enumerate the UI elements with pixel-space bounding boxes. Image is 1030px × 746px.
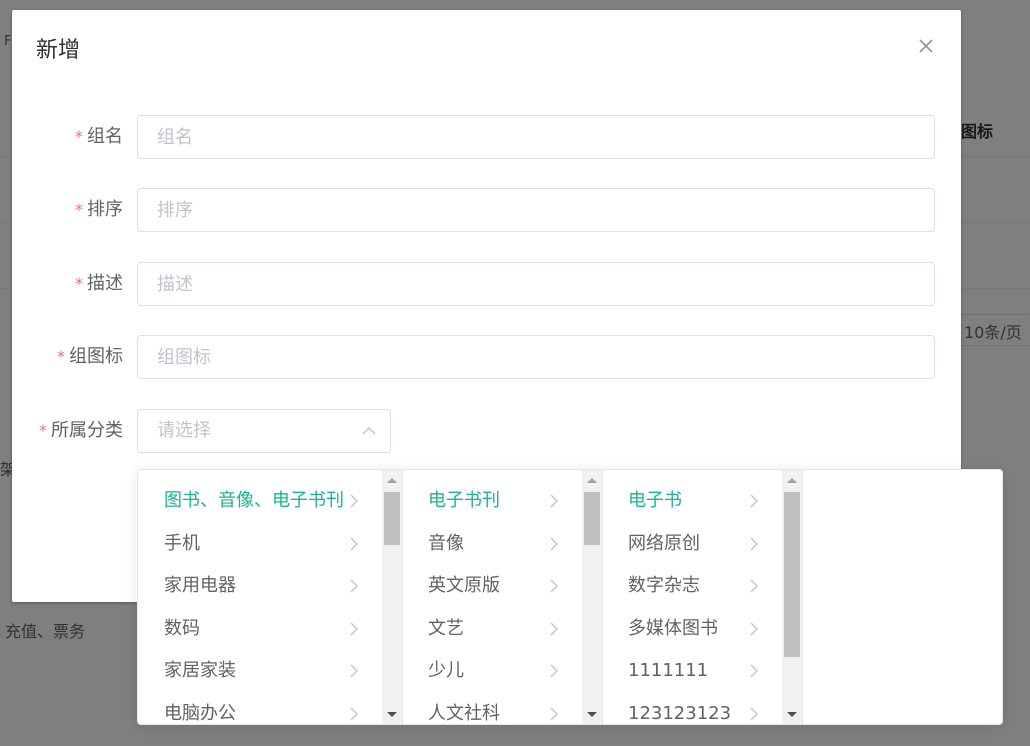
cascader-option[interactable]: 电子书 bbox=[603, 480, 781, 522]
required-mark: * bbox=[75, 200, 83, 219]
chevron-right-icon bbox=[750, 664, 758, 678]
category-cascader[interactable]: 请选择 bbox=[137, 409, 391, 453]
group-name-input[interactable] bbox=[137, 115, 935, 159]
scroll-down-arrow-icon[interactable] bbox=[387, 712, 397, 717]
cascader-option-label: 少儿 bbox=[428, 660, 464, 681]
scroll-down-arrow-icon[interactable] bbox=[787, 712, 797, 717]
form-item-group-icon: * 组图标 bbox=[12, 335, 961, 381]
chevron-right-icon bbox=[750, 537, 758, 550]
sort-label-text: 排序 bbox=[87, 199, 123, 220]
group-name-label: * 组名 bbox=[75, 115, 123, 161]
cascader-option[interactable]: 家居家装 bbox=[138, 650, 381, 692]
menu-scrollbar[interactable] bbox=[582, 470, 602, 724]
cascader-option[interactable]: 人文社科 bbox=[403, 693, 581, 725]
group-icon-label: * 组图标 bbox=[57, 335, 123, 381]
scroll-thumb[interactable] bbox=[784, 492, 800, 657]
description-input[interactable] bbox=[137, 262, 935, 306]
cascader-option-label: 家用电器 bbox=[164, 575, 236, 596]
cascader-option-label: 文艺 bbox=[428, 617, 464, 639]
cascader-option[interactable]: 电子书刊 bbox=[403, 480, 581, 522]
scroll-down-arrow-icon[interactable] bbox=[587, 712, 597, 717]
cascader-option[interactable]: 电脑办公 bbox=[138, 693, 381, 725]
cascader-option-label: 电脑办公 bbox=[164, 702, 236, 724]
description-label: * 描述 bbox=[75, 262, 123, 308]
cascader-option[interactable]: 图书、音像、电子书刊 bbox=[138, 480, 381, 522]
close-icon[interactable] bbox=[916, 36, 936, 56]
scroll-thumb[interactable] bbox=[584, 492, 600, 545]
form-item-category: * 所属分类 请选择 bbox=[12, 409, 961, 455]
cascader-option-label: 多媒体图书 bbox=[628, 617, 718, 639]
chevron-right-icon bbox=[550, 622, 558, 635]
cascader-option-label: 数码 bbox=[164, 617, 200, 639]
cascader-option-label: 音像 bbox=[428, 532, 464, 554]
cascader-option[interactable]: 数码 bbox=[138, 608, 381, 650]
scroll-up-arrow-icon[interactable] bbox=[387, 478, 397, 483]
cascader-option-label: 数字杂志 bbox=[628, 575, 700, 596]
form-item-description: * 描述 bbox=[12, 262, 961, 308]
chevron-right-icon bbox=[550, 579, 558, 593]
required-mark: * bbox=[57, 347, 65, 366]
chevron-right-icon bbox=[350, 537, 358, 550]
chevron-right-icon bbox=[550, 707, 558, 720]
scroll-thumb[interactable] bbox=[384, 492, 400, 545]
cascader-option[interactable]: 家用电器 bbox=[138, 565, 381, 607]
chevron-right-icon bbox=[350, 579, 358, 593]
dialog-title: 新增 bbox=[36, 38, 81, 63]
scroll-up-arrow-icon[interactable] bbox=[787, 478, 797, 483]
cascader-option-label: 123123123 bbox=[628, 702, 732, 724]
required-mark: * bbox=[75, 274, 83, 293]
cascader-option[interactable]: 英文原版 bbox=[403, 565, 581, 607]
chevron-right-icon bbox=[750, 579, 758, 593]
cascader-option[interactable]: 网络原创 bbox=[603, 523, 781, 565]
cascader-menu-3: 电子书网络原创数字杂志多媒体图书 1111111 123123123 bbox=[603, 470, 803, 725]
cascader-option[interactable]: 文艺 bbox=[403, 608, 581, 650]
cascader-option[interactable]: 多媒体图书 bbox=[603, 608, 781, 650]
chevron-up-icon bbox=[362, 427, 376, 435]
chevron-right-icon bbox=[350, 494, 358, 508]
category-label-text: 所属分类 bbox=[51, 420, 123, 441]
cascader-option-label: 家居家装 bbox=[164, 660, 236, 681]
form-item-group-name: * 组名 bbox=[12, 115, 961, 161]
group-name-label-text: 组名 bbox=[87, 126, 123, 147]
cascader-option-label: 电子书刊 bbox=[428, 490, 500, 511]
chevron-right-icon bbox=[550, 494, 558, 508]
required-mark: * bbox=[75, 127, 83, 146]
category-label: * 所属分类 bbox=[39, 409, 123, 455]
cascader-option-label: 手机 bbox=[164, 532, 200, 554]
chevron-right-icon bbox=[350, 622, 358, 635]
cascader-panel: 图书、音像、电子书刊 手机家用电器数码家居家装电脑办公 电子书刊音像英文原版文艺少… bbox=[137, 469, 1003, 725]
group-icon-label-text: 组图标 bbox=[69, 346, 123, 367]
chevron-right-icon bbox=[750, 494, 758, 508]
chevron-right-icon bbox=[750, 622, 758, 635]
cascader-option-label: 电子书 bbox=[628, 490, 682, 511]
sort-label: * 排序 bbox=[75, 188, 123, 234]
group-icon-input[interactable] bbox=[137, 335, 935, 379]
cascader-option[interactable]: 音像 bbox=[403, 523, 581, 565]
cascader-option[interactable]: 1111111 bbox=[603, 650, 781, 692]
chevron-right-icon bbox=[550, 537, 558, 550]
scroll-up-arrow-icon[interactable] bbox=[587, 478, 597, 483]
menu-scrollbar[interactable] bbox=[782, 470, 802, 724]
category-placeholder: 请选择 bbox=[157, 420, 211, 441]
cascader-option[interactable]: 手机 bbox=[138, 523, 381, 565]
chevron-right-icon bbox=[350, 707, 358, 720]
chevron-right-icon bbox=[550, 664, 558, 678]
sort-input[interactable] bbox=[137, 188, 935, 232]
cascader-option-label: 英文原版 bbox=[428, 575, 500, 596]
description-label-text: 描述 bbox=[87, 273, 123, 294]
form-item-sort: * 排序 bbox=[12, 188, 961, 234]
cascader-option[interactable]: 数字杂志 bbox=[603, 565, 781, 607]
cascader-menu-1: 图书、音像、电子书刊 手机家用电器数码家居家装电脑办公 bbox=[138, 470, 403, 725]
cascader-option-label: 1111111 bbox=[628, 660, 709, 681]
menu-scrollbar[interactable] bbox=[382, 470, 402, 724]
cascader-option-label: 图书、音像、电子书刊 bbox=[164, 490, 344, 511]
required-mark: * bbox=[39, 421, 47, 440]
chevron-right-icon bbox=[350, 664, 358, 678]
cascader-option-label: 网络原创 bbox=[628, 532, 700, 554]
cascader-menu-2: 电子书刊音像英文原版文艺少儿人文社科 bbox=[403, 470, 603, 725]
cascader-option-label: 人文社科 bbox=[428, 702, 500, 724]
cascader-option[interactable]: 少儿 bbox=[403, 650, 581, 692]
chevron-right-icon bbox=[750, 707, 758, 720]
cascader-option[interactable]: 123123123 bbox=[603, 693, 781, 725]
